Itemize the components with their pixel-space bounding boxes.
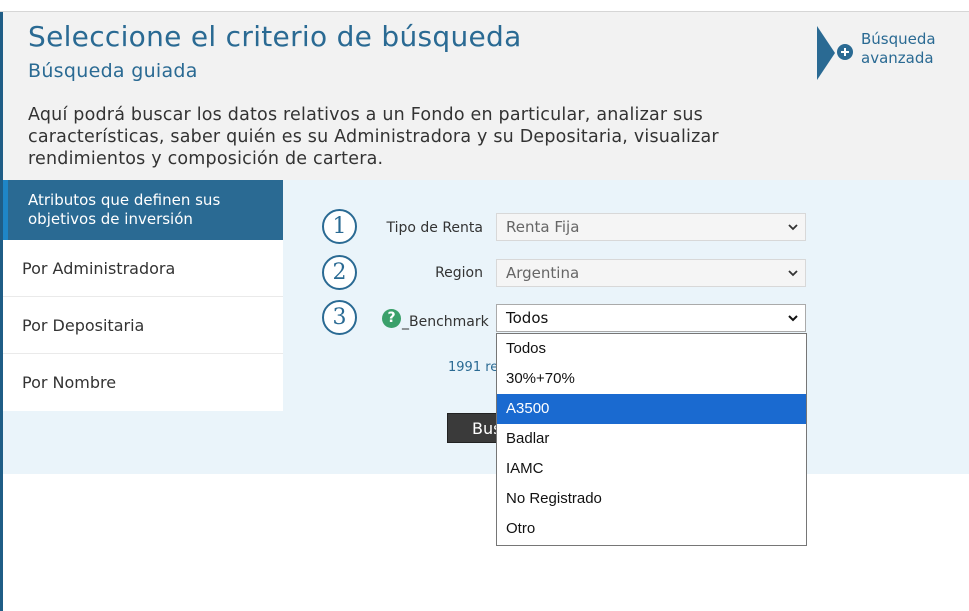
dropdown-option-30-70[interactable]: 30%+70% <box>497 364 806 394</box>
sidebar-item-administradora[interactable]: Por Administradora <box>3 240 283 297</box>
renta-value: Renta Fija <box>506 218 580 236</box>
benchmark-dropdown-list: Todos 30%+70% A3500 Badlar IAMC No Regis… <box>496 333 807 546</box>
advanced-search-link[interactable]: Búsqueda avanzada <box>817 26 957 80</box>
chevron-right-icon <box>817 26 835 80</box>
dropdown-option-otro[interactable]: Otro <box>497 514 806 544</box>
benchmark-label: _Benchmark <box>402 314 489 330</box>
sidebar-item-atributos[interactable]: Atributos que definen sus objetivos de i… <box>3 180 283 240</box>
sidebar: Atributos que definen sus objetivos de i… <box>3 180 283 411</box>
sidebar-item-depositaria[interactable]: Por Depositaria <box>3 297 283 354</box>
page-description: Aquí podrá buscar los datos relativos a … <box>28 105 719 169</box>
sidebar-item-nombre[interactable]: Por Nombre <box>3 354 283 411</box>
dropdown-option-todos[interactable]: Todos <box>497 334 806 364</box>
renta-label: Tipo de Renta <box>386 220 483 236</box>
renta-select[interactable]: Renta Fija <box>496 213 806 241</box>
page-header: Seleccione el criterio de búsqueda Búsqu… <box>3 12 969 180</box>
search-panel: Atributos que definen sus objetivos de i… <box>3 180 969 474</box>
region-value: Argentina <box>506 264 580 282</box>
help-icon[interactable]: ? <box>382 309 401 328</box>
page-title: Seleccione el criterio de búsqueda <box>28 20 522 53</box>
chevron-down-icon <box>788 224 798 231</box>
chevron-down-icon <box>788 315 798 322</box>
dropdown-option-iamc[interactable]: IAMC <box>497 454 806 484</box>
plus-circle-icon <box>837 44 853 60</box>
page-subtitle: Búsqueda guiada <box>28 60 198 82</box>
benchmark-value: Todos <box>506 309 549 327</box>
benchmark-select[interactable]: Todos <box>496 304 806 332</box>
chevron-down-icon <box>788 270 798 277</box>
dropdown-option-badlar[interactable]: Badlar <box>497 424 806 454</box>
region-select[interactable]: Argentina <box>496 259 806 287</box>
region-label: Region <box>435 265 483 281</box>
advanced-search-label: Búsqueda avanzada <box>861 30 936 67</box>
dropdown-option-no-registrado[interactable]: No Registrado <box>497 484 806 514</box>
dropdown-option-a3500[interactable]: A3500 <box>497 394 806 424</box>
results-count: 1991 resultados seleccionados <box>448 360 498 375</box>
step-3-badge: 3 <box>322 300 357 335</box>
